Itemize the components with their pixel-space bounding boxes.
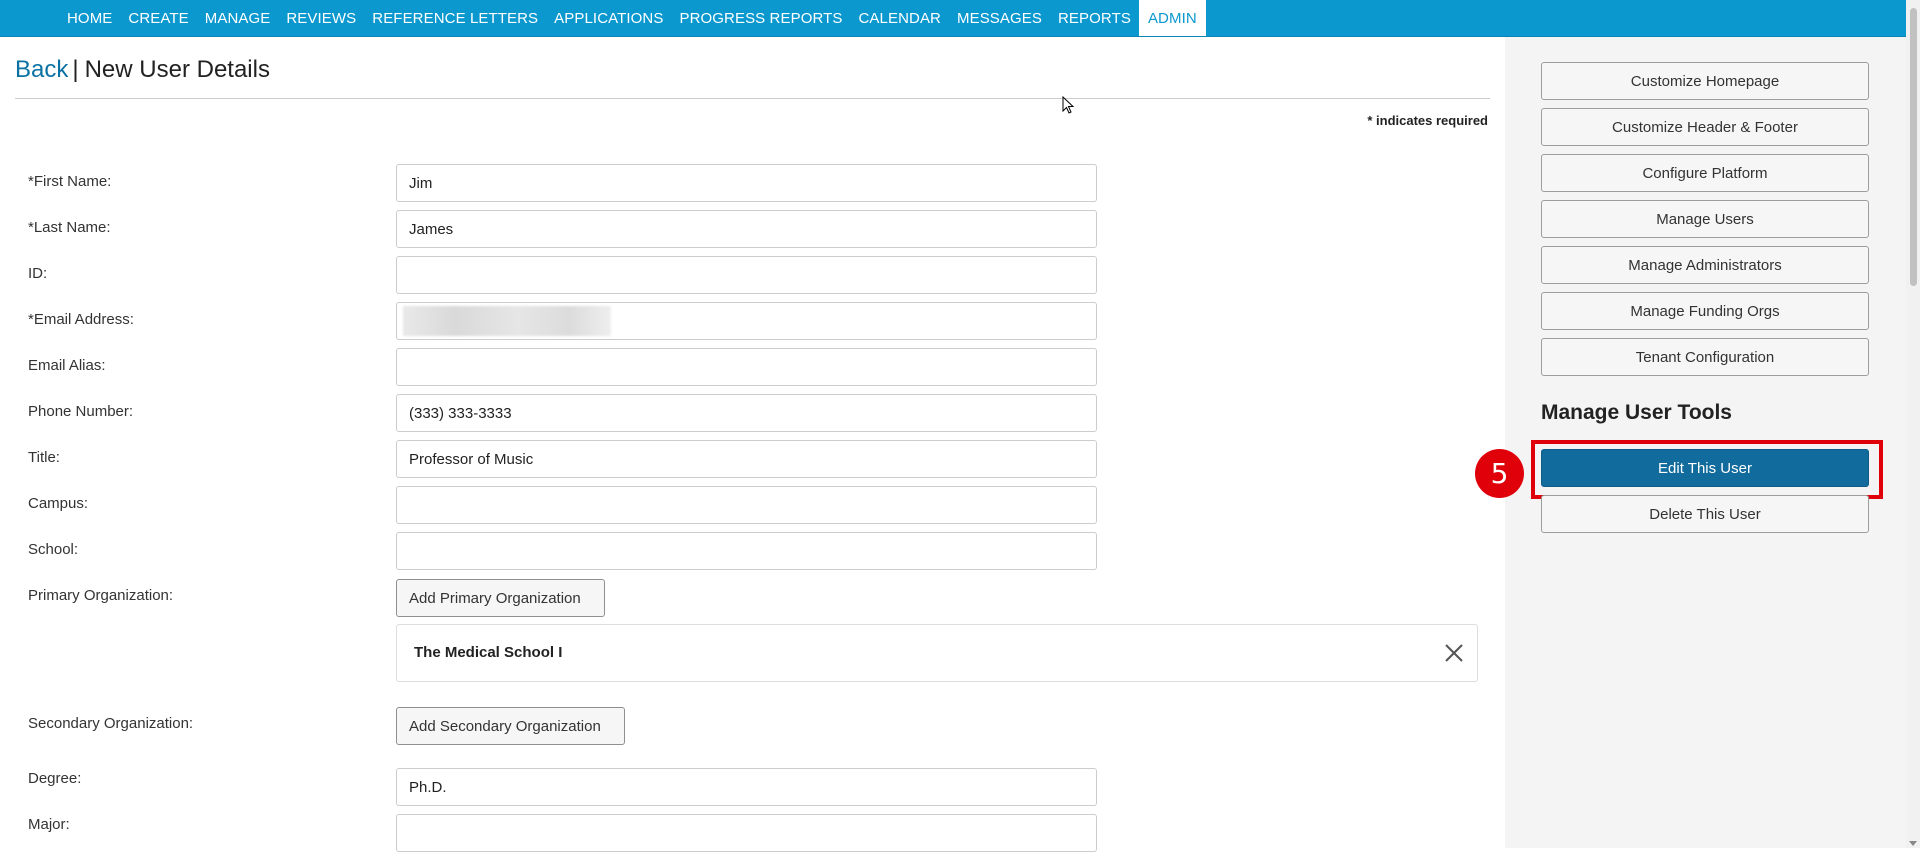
email-field[interactable]: [396, 302, 1097, 340]
manage-funding-orgs-button[interactable]: Manage Funding Orgs: [1541, 292, 1869, 330]
last-name-label: *Last Name:: [28, 219, 111, 236]
scrollbar[interactable]: [1906, 0, 1920, 848]
degree-label: Degree:: [28, 770, 82, 787]
id-input[interactable]: [396, 256, 1097, 294]
nav-reference-letters[interactable]: REFERENCE LETTERS: [364, 0, 546, 36]
last-name-input[interactable]: [396, 210, 1097, 248]
customize-header-footer-button[interactable]: Customize Header & Footer: [1541, 108, 1869, 146]
redacted-email: [403, 306, 611, 336]
customize-homepage-button[interactable]: Customize Homepage: [1541, 62, 1869, 100]
sidebar: Customize Homepage Customize Header & Fo…: [1475, 37, 1906, 848]
email-alias-label: Email Alias:: [28, 357, 106, 374]
nav-home[interactable]: HOME: [59, 0, 120, 36]
nav-reviews[interactable]: REVIEWS: [278, 0, 364, 36]
mouse-cursor-icon: [1062, 96, 1075, 114]
email-alias-input[interactable]: [396, 348, 1097, 386]
primary-org-label: Primary Organization:: [28, 587, 174, 604]
degree-input[interactable]: [396, 768, 1097, 806]
page-header: Back | New User Details: [15, 37, 1490, 99]
manage-users-button[interactable]: Manage Users: [1541, 200, 1869, 238]
nav-applications[interactable]: APPLICATIONS: [546, 0, 671, 36]
manage-user-tools-heading: Manage User Tools: [1541, 401, 1732, 424]
close-icon[interactable]: [1443, 642, 1465, 664]
add-primary-org-button[interactable]: Add Primary Organization: [396, 579, 605, 617]
nav-reports[interactable]: REPORTS: [1050, 0, 1139, 36]
tenant-configuration-button[interactable]: Tenant Configuration: [1541, 338, 1869, 376]
nav-create[interactable]: CREATE: [120, 0, 196, 36]
scrollbar-thumb[interactable]: [1910, 8, 1917, 286]
add-secondary-org-button[interactable]: Add Secondary Organization: [396, 707, 625, 745]
main-content: Back | New User Details * indicates requ…: [15, 37, 1490, 852]
delete-user-button[interactable]: Delete This User: [1541, 495, 1869, 533]
major-label: Major:: [28, 816, 70, 833]
primary-org-card: The Medical School I: [396, 624, 1478, 682]
first-name-input[interactable]: [396, 164, 1097, 202]
top-navigation-bar: HOME CREATE MANAGE REVIEWS REFERENCE LET…: [0, 0, 1906, 37]
school-input[interactable]: [396, 532, 1097, 570]
id-label: ID:: [28, 265, 48, 282]
nav-manage[interactable]: MANAGE: [197, 0, 279, 36]
header-separator: |: [72, 55, 79, 83]
nav-progress-reports[interactable]: PROGRESS REPORTS: [671, 0, 850, 36]
back-link[interactable]: Back: [15, 56, 68, 84]
title-label: Title:: [28, 449, 60, 466]
primary-org-name: The Medical School I: [414, 644, 563, 661]
email-label: *Email Address:: [28, 311, 134, 328]
major-input[interactable]: [396, 814, 1097, 852]
first-name-label: *First Name:: [28, 173, 112, 190]
secondary-org-label: Secondary Organization:: [28, 715, 194, 732]
scroll-down-arrow-icon[interactable]: [1909, 841, 1917, 846]
page-title: New User Details: [84, 55, 270, 83]
manage-administrators-button[interactable]: Manage Administrators: [1541, 246, 1869, 284]
required-note: * indicates required: [1367, 113, 1488, 128]
school-label: School:: [28, 541, 79, 558]
nav-calendar[interactable]: CALENDAR: [851, 0, 950, 36]
campus-label: Campus:: [28, 495, 89, 512]
phone-input[interactable]: [396, 394, 1097, 432]
highlight-box: [1531, 440, 1883, 499]
phone-label: Phone Number:: [28, 403, 134, 420]
title-input[interactable]: [396, 440, 1097, 478]
campus-input[interactable]: [396, 486, 1097, 524]
nav-messages[interactable]: MESSAGES: [949, 0, 1050, 36]
nav-admin[interactable]: ADMIN: [1138, 0, 1206, 36]
step-badge: 5: [1475, 449, 1524, 498]
configure-platform-button[interactable]: Configure Platform: [1541, 154, 1869, 192]
